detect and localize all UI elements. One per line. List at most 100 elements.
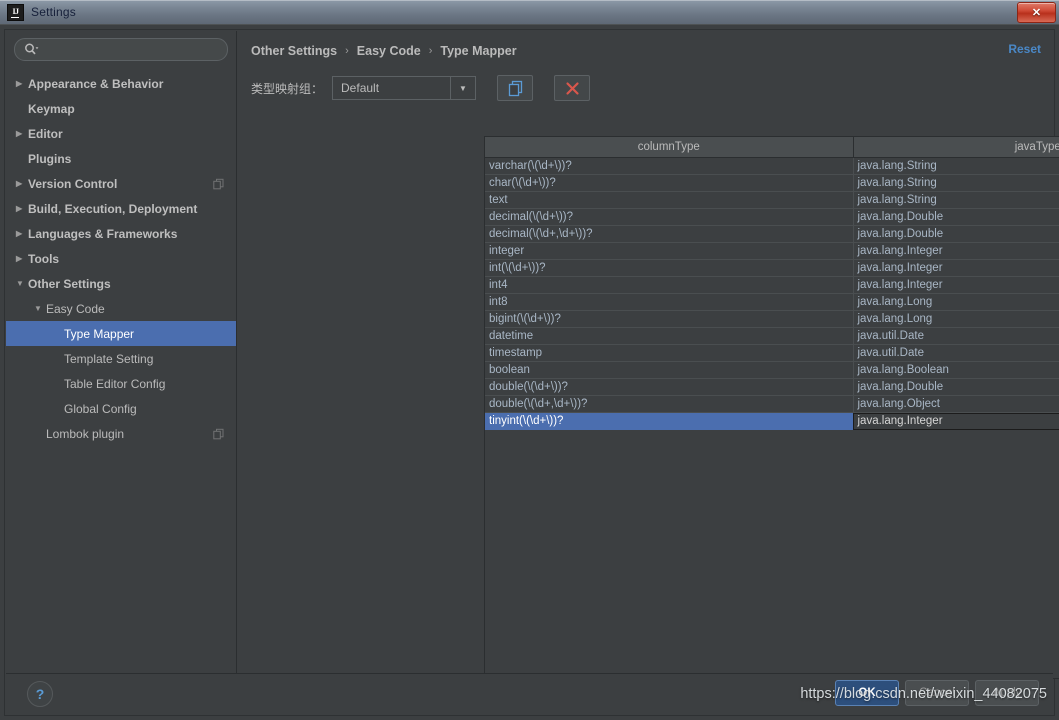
cell-javaType[interactable]: java.lang.Integer (853, 242, 1059, 260)
cell-javaType[interactable]: java.lang.String (853, 157, 1059, 175)
cell-javaType[interactable]: java.lang.Boolean (853, 361, 1059, 379)
table-row[interactable]: int4 java.lang.Integer (485, 276, 1059, 294)
settings-dialog: ▶ Appearance & Behavior Keymap ▶ Editor Plugi… (0, 24, 1059, 720)
cell-columnType[interactable]: double(\(\d+\))? (485, 378, 854, 396)
table-row[interactable]: decimal(\(\d+\))? java.lang.Double (485, 208, 1059, 226)
sidebar-item-build-execution-deployment[interactable]: ▶ Build, Execution, Deployment (6, 196, 236, 221)
settings-content-pane: Other Settings › Easy Code › Type Mapper… (238, 31, 1059, 679)
sidebar-item-template-setting[interactable]: Template Setting (6, 346, 236, 371)
table-header-row: columnType javaType (485, 137, 1059, 158)
column-header-columnType[interactable]: columnType (485, 137, 854, 158)
cell-javaType[interactable]: java.lang.Long (853, 310, 1059, 328)
window-title: Settings (31, 5, 76, 19)
sidebar-item-appearance-behavior[interactable]: ▶ Appearance & Behavior (6, 71, 236, 96)
chevron-down-icon[interactable]: ▼ (16, 279, 28, 288)
table-row[interactable]: boolean java.lang.Boolean (485, 361, 1059, 379)
cell-columnType[interactable]: tinyint(\(\d+\))? (485, 412, 854, 430)
copy-group-button[interactable] (497, 75, 534, 101)
cell-columnType[interactable]: double(\(\d+,\d+\))? (485, 395, 854, 413)
search-box[interactable] (14, 38, 228, 61)
chevron-right-icon[interactable]: ▶ (16, 204, 28, 213)
mapping-group-select[interactable]: Default ▼ (332, 76, 477, 100)
cancel-button[interactable]: Cancel (905, 680, 969, 706)
cell-columnType[interactable]: int(\(\d+\))? (485, 259, 854, 277)
cell-javaType[interactable]: java.lang.Integer (853, 412, 1059, 430)
cell-javaType[interactable]: java.lang.Integer (853, 259, 1059, 277)
cell-columnType[interactable]: char(\(\d+\))? (485, 174, 854, 192)
chevron-right-icon[interactable]: ▶ (16, 229, 28, 238)
cell-javaType[interactable]: java.lang.Double (853, 208, 1059, 226)
chevron-right-icon[interactable]: ▶ (16, 179, 28, 188)
sidebar-item-languages-frameworks[interactable]: ▶ Languages & Frameworks (6, 221, 236, 246)
table-row[interactable]: datetime java.util.Date (485, 327, 1059, 345)
table-row[interactable]: int8 java.lang.Long (485, 293, 1059, 311)
breadcrumb-item-1[interactable]: Easy Code (357, 44, 421, 58)
search-input[interactable] (42, 43, 212, 56)
cell-javaType[interactable]: java.util.Date (853, 327, 1059, 345)
cell-javaType[interactable]: java.lang.Object (853, 395, 1059, 413)
cell-columnType[interactable]: boolean (485, 361, 854, 379)
sidebar-item-version-control[interactable]: ▶ Version Control (6, 171, 236, 196)
cell-javaType[interactable]: java.lang.Long (853, 293, 1059, 311)
cell-columnType[interactable]: varchar(\(\d+\))? (485, 157, 854, 175)
sidebar-item-type-mapper[interactable]: Type Mapper (6, 321, 236, 346)
table-row[interactable]: double(\(\d+,\d+\))? java.lang.Object (485, 395, 1059, 413)
cell-javaType[interactable]: java.lang.String (853, 174, 1059, 192)
cell-javaType[interactable]: java.util.Date (853, 344, 1059, 362)
table-row[interactable]: tinyint(\(\d+\))? java.lang.Integer (485, 412, 1059, 430)
sidebar-item-tools[interactable]: ▶ Tools (6, 246, 236, 271)
cell-columnType[interactable]: decimal(\(\d+,\d+\))? (485, 225, 854, 243)
cell-javaType[interactable]: java.lang.Double (853, 225, 1059, 243)
breadcrumb-item-0[interactable]: Other Settings (251, 44, 337, 58)
table-row[interactable]: timestamp java.util.Date (485, 344, 1059, 362)
settings-tree: ▶ Appearance & Behavior Keymap ▶ Editor Plugi… (6, 71, 236, 446)
cell-columnType[interactable]: integer (485, 242, 854, 260)
table-row[interactable]: integer java.lang.Integer (485, 242, 1059, 260)
table-row[interactable]: decimal(\(\d+,\d+\))? java.lang.Double (485, 225, 1059, 243)
cell-columnType[interactable]: int4 (485, 276, 854, 294)
chevron-right-icon[interactable]: ▶ (16, 129, 28, 138)
sidebar-item-keymap[interactable]: Keymap (6, 96, 236, 121)
delete-group-button[interactable] (554, 75, 591, 101)
cell-javaType[interactable]: java.lang.String (853, 191, 1059, 209)
ok-button[interactable]: OK (835, 680, 899, 706)
settings-dialog-inner: ▶ Appearance & Behavior Keymap ▶ Editor Plugi… (4, 29, 1059, 716)
chevron-right-icon[interactable]: ▶ (16, 254, 28, 263)
question-mark-icon: ? (35, 686, 45, 702)
cell-javaType[interactable]: java.lang.Double (853, 378, 1059, 396)
table-row[interactable]: varchar(\(\d+\))? java.lang.String (485, 157, 1059, 175)
cell-columnType[interactable]: decimal(\(\d+\))? (485, 208, 854, 226)
cell-columnType[interactable]: datetime (485, 327, 854, 345)
sidebar-item-label: Tools (28, 251, 60, 266)
cell-columnType[interactable]: timestamp (485, 344, 854, 362)
copy-icon (213, 178, 224, 189)
close-window-button[interactable]: ✕ (1017, 2, 1056, 23)
apply-button[interactable]: Apply (975, 680, 1039, 706)
table-row[interactable]: text java.lang.String (485, 191, 1059, 209)
sidebar-item-label: Languages & Frameworks (28, 226, 178, 241)
sidebar-item-editor[interactable]: ▶ Editor (6, 121, 236, 146)
sidebar-item-plugins[interactable]: Plugins (6, 146, 236, 171)
type-mapper-table-wrap[interactable]: columnType javaType varchar(\(\d+\))? jav… (484, 136, 1059, 679)
cell-columnType[interactable]: bigint(\(\d+\))? (485, 310, 854, 328)
type-mapper-table: columnType javaType varchar(\(\d+\))? jav… (485, 137, 1059, 430)
sidebar-item-label: Easy Code (46, 301, 105, 316)
chevron-down-icon[interactable]: ▼ (34, 304, 46, 313)
table-row[interactable]: int(\(\d+\))? java.lang.Integer (485, 259, 1059, 277)
cell-javaType[interactable]: java.lang.Integer (853, 276, 1059, 294)
sidebar-item-other-settings[interactable]: ▼ Other Settings (6, 271, 236, 296)
column-header-javaType[interactable]: javaType (853, 137, 1059, 158)
footer-buttons: OK Cancel Apply (835, 680, 1039, 706)
help-button[interactable]: ? (27, 681, 53, 707)
chevron-right-icon[interactable]: ▶ (16, 79, 28, 88)
table-row[interactable]: double(\(\d+\))? java.lang.Double (485, 378, 1059, 396)
sidebar-item-global-config[interactable]: Global Config (6, 396, 236, 421)
table-row[interactable]: bigint(\(\d+\))? java.lang.Long (485, 310, 1059, 328)
cell-columnType[interactable]: text (485, 191, 854, 209)
reset-link[interactable]: Reset (1008, 42, 1041, 56)
sidebar-item-table-editor-config[interactable]: Table Editor Config (6, 371, 236, 396)
cell-columnType[interactable]: int8 (485, 293, 854, 311)
sidebar-item-easy-code[interactable]: ▼ Easy Code (6, 296, 236, 321)
sidebar-item-lombok-plugin[interactable]: Lombok plugin (6, 421, 236, 446)
table-row[interactable]: char(\(\d+\))? java.lang.String (485, 174, 1059, 192)
